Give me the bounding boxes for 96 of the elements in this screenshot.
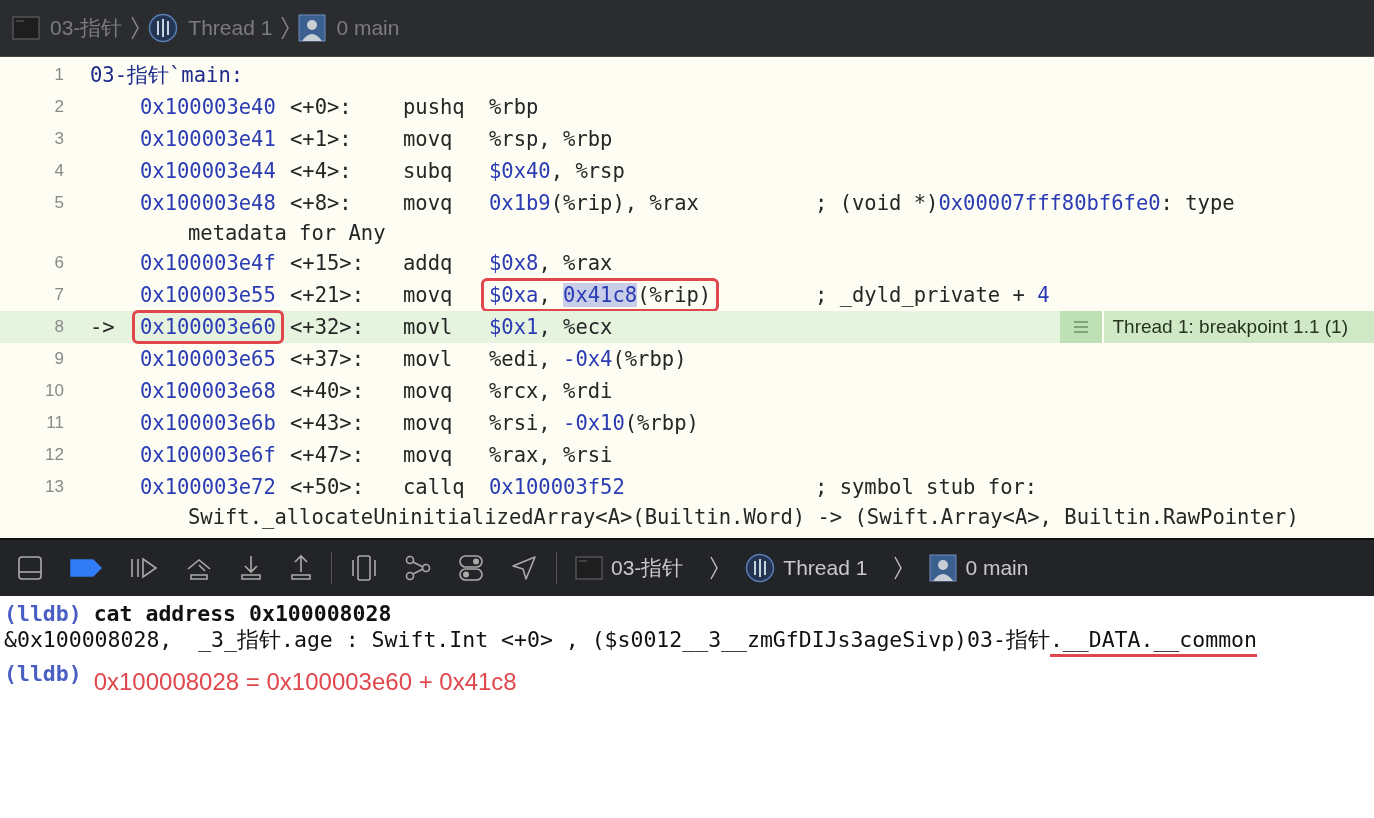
instruction-offset: <+47>:: [290, 443, 366, 467]
instruction-offset: <+40>:: [290, 379, 366, 403]
instruction-operands: %rsi, -0x10(%rbp): [489, 411, 699, 435]
line-number: 7: [53, 285, 64, 305]
instruction-offset: <+32>:: [290, 315, 366, 339]
instruction-operands: 0x1b9(%rip), %rax: [489, 191, 699, 215]
instruction-operands: %rcx, %rdi: [489, 379, 613, 403]
instruction-address: 0x100003e48: [140, 190, 276, 216]
instruction-offset: <+50>:: [290, 475, 366, 499]
instruction-address: 0x100003e68: [140, 378, 276, 404]
instruction-address: 0x100003e6b: [140, 410, 276, 436]
instruction-address: 0x100003e72: [140, 474, 276, 500]
line-number: 1: [53, 65, 64, 85]
instruction-mnemonic: movl: [403, 347, 454, 371]
graph-icon[interactable]: [404, 554, 432, 582]
instruction-offset: <+8>:: [290, 191, 353, 215]
instruction-offset: <+1>:: [290, 127, 353, 151]
instruction-comment: ; _dyld_private + 4: [815, 283, 1050, 307]
line-number: 12: [44, 445, 64, 465]
step-out-icon[interactable]: [289, 554, 313, 582]
instruction-mnemonic: movq: [403, 379, 454, 403]
line-number: 4: [53, 161, 64, 181]
annotation-note: 0x100008028 = 0x100003e60 + 0x41c8: [93, 668, 517, 696]
chevron-icon: [709, 555, 720, 581]
thread-icon: [745, 553, 776, 583]
lldb-prompt: (lldb): [4, 600, 82, 626]
console-command: cat address 0x100008028: [93, 600, 392, 626]
instruction-mnemonic: movq: [403, 411, 454, 435]
instruction-mnemonic: movq: [403, 127, 454, 151]
instruction-address: 0x100003e55: [140, 282, 276, 308]
instruction-mnemonic: subq: [403, 159, 454, 183]
line-number: 6: [53, 253, 64, 273]
instruction-operands: %rsp, %rbp: [489, 127, 613, 151]
line-number: 2: [53, 97, 64, 117]
instruction-offset: <+15>:: [290, 251, 366, 275]
function-label: 03-指针`main:: [90, 62, 244, 89]
instruction-address: 0x100003e41: [140, 126, 276, 152]
line-number: 5: [53, 193, 64, 213]
instruction-operands: $0x40, %rsp: [489, 159, 625, 183]
instruction-offset: <+37>:: [290, 347, 366, 371]
terminal-icon: [575, 556, 603, 580]
instruction-mnemonic: movq: [403, 191, 454, 215]
line-number: 10: [44, 381, 64, 401]
terminal-icon: [12, 16, 40, 40]
menu-icon[interactable]: [1060, 311, 1105, 343]
instruction-offset: <+0>:: [290, 95, 353, 119]
instruction-address: 0x100003e40: [140, 94, 276, 120]
instruction-address: 0x100003e4f: [140, 250, 276, 276]
instruction-offset: <+4>:: [290, 159, 353, 183]
person-icon: [929, 554, 958, 582]
instruction-mnemonic: callq: [403, 475, 466, 499]
instruction-mnemonic: addq: [403, 251, 454, 275]
instruction-offset: <+43>:: [290, 411, 366, 435]
comment-continuation: metadata for Any: [188, 221, 386, 245]
instruction-operands: %rax, %rsi: [489, 443, 613, 467]
thread-icon: [148, 13, 179, 43]
console-output: &0x100008028, _3_指针.age : Swift.Int <+0> , ($s0012__3__zmGfDIJs3ageSivp)03-指针.__DATA.__common: [4, 627, 1257, 663]
instruction-mnemonic: movl: [403, 315, 454, 339]
view-hierarchy-icon[interactable]: [350, 554, 378, 582]
comment-continuation: Swift._allocateUninitializedArray<A>(Builtin.Word) -> (Swift.Array<A>, Builtin.RawPointer): [188, 505, 1299, 529]
panel-toggle-icon[interactable]: [17, 555, 43, 581]
instruction-comment: ; symbol stub for:: [815, 475, 1038, 499]
line-number: 3: [53, 129, 64, 149]
instruction-address: 0x100003e65: [140, 346, 276, 372]
breadcrumb-item[interactable]: 03-指针: [611, 554, 684, 582]
chevron-icon: [130, 15, 141, 41]
line-number: 11: [45, 413, 64, 433]
person-icon: [298, 14, 327, 42]
instruction-address: 0x100003e60: [132, 310, 284, 344]
chevron-icon: [280, 15, 291, 41]
toggle-switch-icon[interactable]: [458, 554, 484, 582]
instruction-address: 0x100003e6f: [140, 442, 276, 468]
instruction-offset: <+21>:: [290, 283, 366, 307]
chevron-icon: [893, 555, 904, 581]
instruction-operands: $0x1, %ecx: [489, 315, 613, 339]
instruction-mnemonic: movq: [403, 283, 454, 307]
instruction-comment: ; (void *)0x00007fff80bf6fe0: type: [815, 191, 1235, 215]
line-number: 8: [53, 317, 64, 337]
instruction-address: 0x100003e44: [140, 158, 276, 184]
instruction-mnemonic: movq: [403, 443, 454, 467]
instruction-operands: %edi, -0x4(%rbp): [489, 347, 687, 371]
breadcrumb-item[interactable]: 0 main: [965, 556, 1029, 580]
location-arrow-icon[interactable]: [510, 554, 538, 582]
breadcrumb-item[interactable]: Thread 1: [783, 556, 868, 580]
continue-icon[interactable]: [129, 556, 159, 580]
step-into-icon[interactable]: [239, 554, 263, 582]
line-number: 9: [53, 349, 64, 369]
breakpoint-label: Thread 1: breakpoint 1.1 (1): [1111, 315, 1349, 339]
breakpoint-icon[interactable]: [69, 557, 103, 579]
pc-arrow: ->: [90, 315, 115, 339]
instruction-mnemonic: pushq: [403, 95, 466, 119]
lldb-prompt: (lldb): [4, 660, 82, 686]
instruction-operands: %rbp: [489, 95, 539, 119]
instruction-operands: 0x100003f52: [489, 475, 625, 499]
line-number: 13: [44, 477, 64, 497]
instruction-operands: $0x8, %rax: [489, 251, 613, 275]
